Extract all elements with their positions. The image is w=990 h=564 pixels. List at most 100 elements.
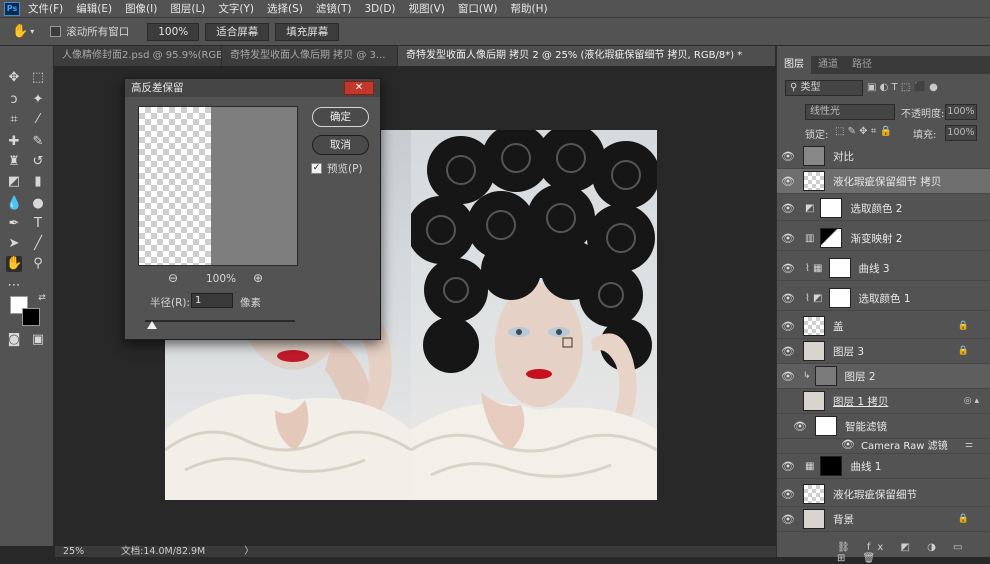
menu-layer[interactable]: 图层(L)	[170, 1, 205, 16]
opacity-input[interactable]: 100%	[945, 104, 977, 120]
menu-3d[interactable]: 3D(D)	[364, 3, 395, 15]
radius-input[interactable]: 1	[191, 293, 233, 308]
line-tool-icon[interactable]: ╱	[30, 236, 46, 252]
background-color-swatch[interactable]	[22, 308, 40, 326]
dodge-tool-icon[interactable]: ●	[30, 196, 46, 212]
clone-stamp-tool-icon[interactable]: ♜	[6, 154, 22, 170]
move-tool-icon[interactable]: ✥	[6, 70, 22, 86]
menu-type[interactable]: 文字(Y)	[218, 1, 254, 16]
tab-channels[interactable]: 通道	[811, 56, 845, 74]
layer-filter-icons[interactable]: ▣ ◐ T ⬚ ⬛ ●	[867, 80, 983, 96]
layer-row[interactable]: 👁 ◩ 选取颜色 2	[777, 196, 990, 221]
eye-icon[interactable]: 👁	[777, 370, 799, 383]
more-tools-icon[interactable]: ⋯	[6, 278, 22, 294]
blend-mode-select[interactable]: 线性光	[805, 104, 895, 120]
close-icon[interactable]: ✕	[344, 81, 374, 95]
history-brush-tool-icon[interactable]: ↺	[30, 154, 46, 170]
eye-icon[interactable]: 👁	[777, 232, 799, 245]
tab-paths[interactable]: 路径	[845, 56, 879, 74]
menu-select[interactable]: 选择(S)	[267, 1, 303, 16]
tab-document-2[interactable]: 奇特发型收面人像后期 拷贝 @ 3...	[222, 46, 398, 66]
layer-panel-footer-icons[interactable]: ⛓ fx ◩ ◑ ▭ ⊞ 🗑	[837, 542, 987, 564]
fill-screen-button[interactable]: 填充屏幕	[275, 22, 340, 41]
eye-icon[interactable]: 👁	[789, 420, 811, 433]
menu-bar: Ps 文件(F) 编辑(E) 图像(I) 图层(L) 文字(Y) 选择(S) 滤…	[0, 0, 990, 18]
menu-image[interactable]: 图像(I)	[125, 1, 157, 16]
brush-tool-icon[interactable]: ✎	[30, 134, 46, 150]
eraser-tool-icon[interactable]: ◩	[6, 174, 22, 190]
search-icon: ⚲	[790, 82, 798, 93]
layer-row-selected[interactable]: 👁 液化瑕疵保留细节 拷贝	[777, 169, 990, 194]
eye-icon[interactable]: 👁	[777, 175, 799, 188]
tab-document-3[interactable]: 奇特发型收面人像后期 拷贝 2 @ 25% (液化瑕疵保留细节 拷贝, RGB/…	[398, 46, 776, 66]
layer-row[interactable]: 👁 ▥ 渐变映射 2	[777, 226, 990, 251]
filter-preview[interactable]	[138, 106, 298, 266]
layer-row[interactable]: 图层 1 拷贝 ◎ ▴	[777, 389, 990, 414]
menu-filter[interactable]: 滤镜(T)	[316, 1, 352, 16]
eye-icon[interactable]: 👁	[777, 150, 799, 163]
zoom-tool-icon[interactable]: ⚲	[30, 256, 46, 272]
eye-icon[interactable]: 👁	[777, 460, 799, 473]
lasso-tool-icon[interactable]: ↄ	[6, 92, 22, 108]
tab-document-1-label: 人像精修封面2.psd @ 95.9%(RGB...	[62, 50, 222, 61]
crop-tool-icon[interactable]: ⌗	[6, 112, 22, 128]
menu-window[interactable]: 窗口(W)	[458, 1, 498, 16]
layer-row[interactable]: 👁 液化瑕疵保留细节	[777, 482, 990, 507]
status-menu-arrow-icon[interactable]: 〉	[244, 546, 254, 557]
filter-options-icon[interactable]: ⚌	[965, 440, 973, 450]
layer-row[interactable]: 👁 对比	[777, 144, 990, 169]
layer-row[interactable]: 👁 ⌇ ▦ 曲线 3	[777, 256, 990, 281]
radius-label: 半径(R):	[150, 297, 191, 309]
eye-icon[interactable]: 👁	[777, 488, 799, 501]
tab-layers[interactable]: 图层	[777, 56, 811, 74]
eye-icon[interactable]: 👁	[777, 202, 799, 215]
screen-mode-icon[interactable]: ▣	[30, 332, 46, 348]
radius-slider-track[interactable]	[145, 320, 295, 322]
zoom-in-icon[interactable]: ⊕	[253, 271, 263, 285]
ok-button[interactable]: 确定	[312, 107, 369, 127]
layer-row[interactable]: 👁 ⌇ ◩ 选取颜色 1	[777, 286, 990, 311]
quick-mask-icon[interactable]: ◙	[6, 332, 22, 348]
chevron-down-icon[interactable]: ▾	[30, 27, 34, 36]
preview-checkbox[interactable]: ✓	[311, 163, 322, 174]
eye-icon[interactable]: 👁	[777, 345, 799, 358]
swap-colors-icon[interactable]: ⇄	[34, 290, 50, 306]
camera-raw-filter-row[interactable]: 👁 Camera Raw 滤镜 ⚌	[777, 436, 990, 454]
type-tool-icon[interactable]: T	[30, 216, 46, 232]
blur-tool-icon[interactable]: 💧	[6, 196, 22, 212]
eye-icon[interactable]: 👁	[777, 513, 799, 526]
layer-row[interactable]: 👁 ↳ 图层 2	[777, 364, 990, 389]
marquee-tool-icon[interactable]: ⬚	[30, 70, 46, 86]
tab-document-1[interactable]: 人像精修封面2.psd @ 95.9%(RGB...	[54, 46, 222, 66]
menu-view[interactable]: 视图(V)	[409, 1, 445, 16]
magic-wand-tool-icon[interactable]: ✦	[30, 92, 46, 108]
layer-filter-select[interactable]: ⚲ 类型	[785, 80, 863, 96]
pen-tool-icon[interactable]: ✒	[6, 216, 22, 232]
fit-screen-button[interactable]: 适合屏幕	[205, 22, 270, 41]
fill-input[interactable]: 100%	[945, 125, 977, 141]
hand-tool-preset-icon[interactable]: ✋	[12, 24, 28, 39]
radius-slider-handle[interactable]	[147, 321, 157, 329]
menu-file[interactable]: 文件(F)	[28, 1, 63, 16]
status-zoom[interactable]: 25%	[63, 546, 84, 557]
cancel-button[interactable]: 取消	[312, 135, 369, 155]
healing-brush-tool-icon[interactable]: ✚	[6, 134, 22, 150]
layer-row[interactable]: 👁 图层 3 🔒	[777, 339, 990, 364]
zoom-out-icon[interactable]: ⊖	[168, 271, 178, 285]
eye-icon[interactable]: 👁	[777, 262, 799, 275]
layer-row[interactable]: 👁 背景 🔒	[777, 507, 990, 532]
layer-row[interactable]: 👁 盖 🔒	[777, 314, 990, 339]
gradient-tool-icon[interactable]: ▮	[30, 174, 46, 190]
lock-icons[interactable]: ⬚ ✎ ✥ ⌗ 🔒	[835, 126, 892, 137]
zoom-100-button[interactable]: 100%	[147, 22, 200, 41]
eye-icon[interactable]: 👁	[777, 320, 799, 333]
path-selection-tool-icon[interactable]: ➤	[6, 236, 22, 252]
hand-tool-icon[interactable]: ✋	[6, 256, 22, 272]
eyedropper-tool-icon[interactable]: ⁄	[30, 112, 46, 128]
scroll-all-windows-checkbox[interactable]	[50, 26, 62, 37]
eye-icon[interactable]: 👁	[777, 292, 799, 305]
menu-help[interactable]: 帮助(H)	[511, 1, 548, 16]
eye-icon[interactable]: 👁	[837, 438, 859, 451]
menu-edit[interactable]: 编辑(E)	[76, 1, 112, 16]
layer-row[interactable]: 👁 ▦ 曲线 1	[777, 454, 990, 479]
